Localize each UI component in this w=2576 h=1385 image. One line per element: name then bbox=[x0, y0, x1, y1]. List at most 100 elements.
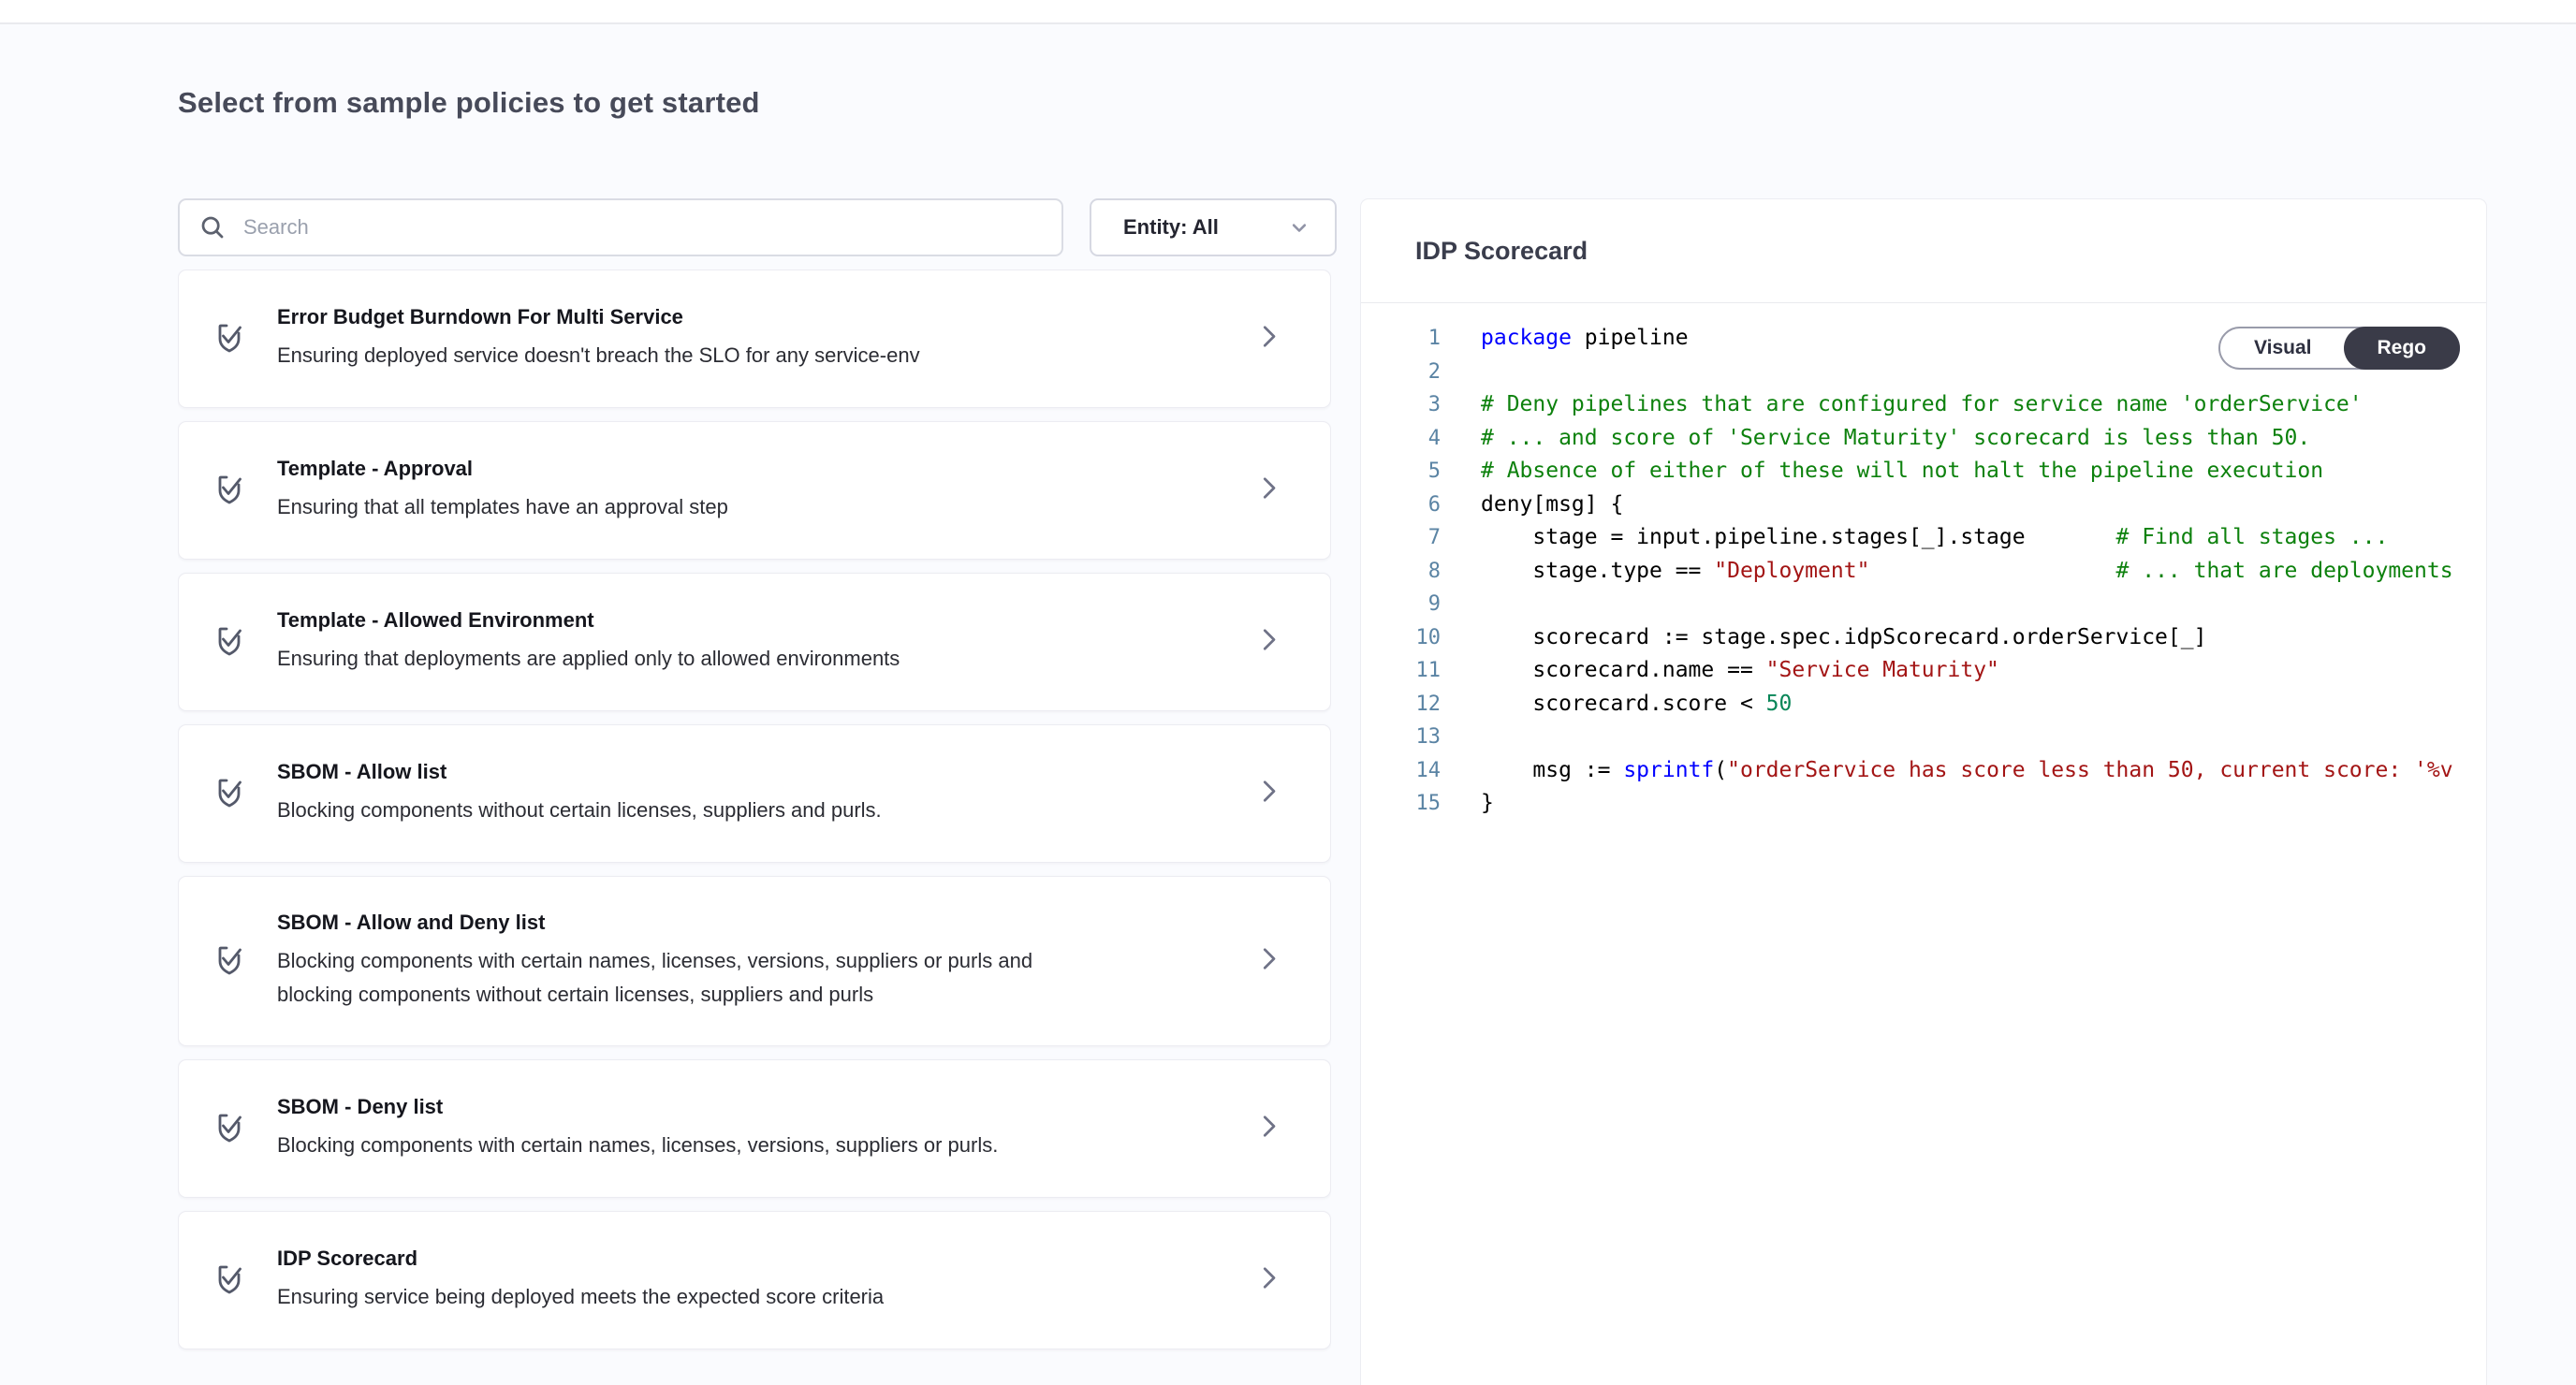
toggle-option-visual[interactable]: Visual bbox=[2220, 328, 2345, 368]
code-line: 15 } bbox=[1361, 787, 2486, 821]
chevron-right-icon bbox=[1251, 775, 1285, 813]
toggle-option-rego[interactable]: Rego bbox=[2344, 327, 2461, 370]
policy-title: Template - Allowed Environment bbox=[277, 608, 900, 633]
code-line: 14 msg := sprintf("orderService has scor… bbox=[1361, 754, 2486, 788]
line-number: 3 bbox=[1361, 388, 1441, 422]
code-line-content: } bbox=[1469, 787, 2486, 821]
chevron-right-icon bbox=[1251, 1110, 1285, 1148]
code-editor[interactable]: 1 package pipeline 2 3 # Deny pipelines … bbox=[1361, 303, 2486, 821]
line-number: 2 bbox=[1361, 356, 1441, 389]
policy-card[interactable]: Error Budget Burndown For Multi Service … bbox=[178, 270, 1331, 408]
policy-card-text: SBOM - Deny list Blocking components wit… bbox=[277, 1095, 998, 1162]
code-line: 7 stage = input.pipeline.stages[_].stage… bbox=[1361, 521, 2486, 555]
policy-card-text: Template - Allowed Environment Ensuring … bbox=[277, 608, 900, 676]
line-number: 10 bbox=[1361, 621, 1441, 655]
policy-card-text: SBOM - Allow and Deny list Blocking comp… bbox=[277, 911, 1101, 1012]
code-line-content: stage = input.pipeline.stages[_].stage #… bbox=[1469, 521, 2486, 555]
chevron-right-icon bbox=[1251, 623, 1285, 662]
policy-title: SBOM - Allow list bbox=[277, 760, 882, 784]
shield-check-icon bbox=[209, 940, 250, 982]
policy-card-text: IDP Scorecard Ensuring service being dep… bbox=[277, 1246, 884, 1314]
line-number: 8 bbox=[1361, 555, 1441, 589]
code-line-content: # Deny pipelines that are configured for… bbox=[1469, 388, 2486, 422]
code-line: 5 # Absence of either of these will not … bbox=[1361, 455, 2486, 488]
code-line-content: scorecard := stage.spec.idpScorecard.ord… bbox=[1469, 621, 2486, 655]
line-number: 9 bbox=[1361, 588, 1441, 621]
line-number: 12 bbox=[1361, 688, 1441, 722]
line-number: 4 bbox=[1361, 422, 1441, 456]
code-line-content: # ... and score of 'Service Maturity' sc… bbox=[1469, 422, 2486, 456]
code-line-content bbox=[1469, 588, 2486, 621]
policy-title: Template - Approval bbox=[277, 457, 728, 481]
list-controls: Entity: All bbox=[178, 198, 1337, 256]
policy-description: Ensuring deployed service doesn't breach… bbox=[277, 339, 920, 372]
policy-preview-panel: IDP Scorecard Visual Rego 1 package pipe… bbox=[1360, 198, 2487, 1385]
code-line: 6 deny[msg] { bbox=[1361, 488, 2486, 522]
code-line: 4 # ... and score of 'Service Maturity' … bbox=[1361, 422, 2486, 456]
code-line: 8 stage.type == "Deployment" # ... that … bbox=[1361, 555, 2486, 589]
code-line: 11 scorecard.name == "Service Maturity" bbox=[1361, 654, 2486, 688]
policy-card[interactable]: IDP Scorecard Ensuring service being dep… bbox=[178, 1211, 1331, 1349]
line-number: 5 bbox=[1361, 455, 1441, 488]
policy-description: Blocking components with certain names, … bbox=[277, 944, 1101, 1012]
line-number: 11 bbox=[1361, 654, 1441, 688]
shield-check-icon bbox=[209, 470, 250, 511]
line-number: 7 bbox=[1361, 521, 1441, 555]
policy-description: Ensuring that deployments are applied on… bbox=[277, 642, 900, 676]
shield-check-icon bbox=[209, 621, 250, 663]
chevron-right-icon bbox=[1251, 1261, 1285, 1300]
code-line-content: scorecard.name == "Service Maturity" bbox=[1469, 654, 2486, 688]
search-input[interactable] bbox=[242, 214, 1043, 241]
entity-filter-label: Entity: All bbox=[1123, 215, 1286, 240]
code-line: 13 bbox=[1361, 721, 2486, 754]
shield-check-icon bbox=[209, 1108, 250, 1149]
chevron-down-icon bbox=[1286, 214, 1312, 241]
code-line-content: msg := sprintf("orderService has score l… bbox=[1469, 754, 2486, 788]
chevron-right-icon bbox=[1251, 942, 1285, 981]
code-line: 10 scorecard := stage.spec.idpScorecard.… bbox=[1361, 621, 2486, 655]
line-number: 13 bbox=[1361, 721, 1441, 754]
preview-title: IDP Scorecard bbox=[1415, 237, 1588, 266]
policy-card-text: SBOM - Allow list Blocking components wi… bbox=[277, 760, 882, 827]
line-number: 6 bbox=[1361, 488, 1441, 522]
policy-card[interactable]: Template - Approval Ensuring that all te… bbox=[178, 421, 1331, 560]
code-line-content bbox=[1469, 721, 2486, 754]
code-line: 3 # Deny pipelines that are configured f… bbox=[1361, 388, 2486, 422]
policy-card-text: Template - Approval Ensuring that all te… bbox=[277, 457, 728, 524]
code-line-content: deny[msg] { bbox=[1469, 488, 2486, 522]
policy-title: Error Budget Burndown For Multi Service bbox=[277, 305, 920, 329]
policy-description: Ensuring service being deployed meets th… bbox=[277, 1280, 884, 1314]
entity-filter-dropdown[interactable]: Entity: All bbox=[1090, 198, 1337, 256]
shield-check-icon bbox=[209, 1260, 250, 1301]
line-number: 1 bbox=[1361, 322, 1441, 356]
shield-check-icon bbox=[209, 318, 250, 359]
policy-card[interactable]: Template - Allowed Environment Ensuring … bbox=[178, 573, 1331, 711]
policy-card[interactable]: SBOM - Allow list Blocking components wi… bbox=[178, 724, 1331, 863]
policy-description: Ensuring that all templates have an appr… bbox=[277, 490, 728, 524]
code-line: 9 bbox=[1361, 588, 2486, 621]
code-line-content: scorecard.score < 50 bbox=[1469, 688, 2486, 722]
page-title: Select from sample policies to get start… bbox=[178, 86, 760, 120]
visual-rego-toggle[interactable]: Visual Rego bbox=[2218, 327, 2460, 370]
chevron-right-icon bbox=[1251, 320, 1285, 358]
policy-card[interactable]: SBOM - Allow and Deny list Blocking comp… bbox=[178, 876, 1331, 1046]
policy-title: SBOM - Deny list bbox=[277, 1095, 998, 1119]
line-number: 15 bbox=[1361, 787, 1441, 821]
code-line: 12 scorecard.score < 50 bbox=[1361, 688, 2486, 722]
search-icon bbox=[198, 213, 227, 241]
policy-title: IDP Scorecard bbox=[277, 1246, 884, 1271]
policy-title: SBOM - Allow and Deny list bbox=[277, 911, 1101, 935]
policy-card[interactable]: SBOM - Deny list Blocking components wit… bbox=[178, 1059, 1331, 1198]
policy-description: Blocking components without certain lice… bbox=[277, 794, 882, 827]
search-box[interactable] bbox=[178, 198, 1063, 256]
preview-header: IDP Scorecard bbox=[1361, 199, 2486, 303]
policy-card-text: Error Budget Burndown For Multi Service … bbox=[277, 305, 920, 372]
code-line-content: # Absence of either of these will not ha… bbox=[1469, 455, 2486, 488]
policy-list[interactable]: Error Budget Burndown For Multi Service … bbox=[178, 270, 1331, 1385]
code-line-content: stage.type == "Deployment" # ... that ar… bbox=[1469, 555, 2486, 589]
policy-description: Blocking components with certain names, … bbox=[277, 1129, 998, 1162]
chevron-right-icon bbox=[1251, 472, 1285, 510]
line-number: 14 bbox=[1361, 754, 1441, 788]
top-bar bbox=[0, 0, 2576, 24]
shield-check-icon bbox=[209, 773, 250, 814]
